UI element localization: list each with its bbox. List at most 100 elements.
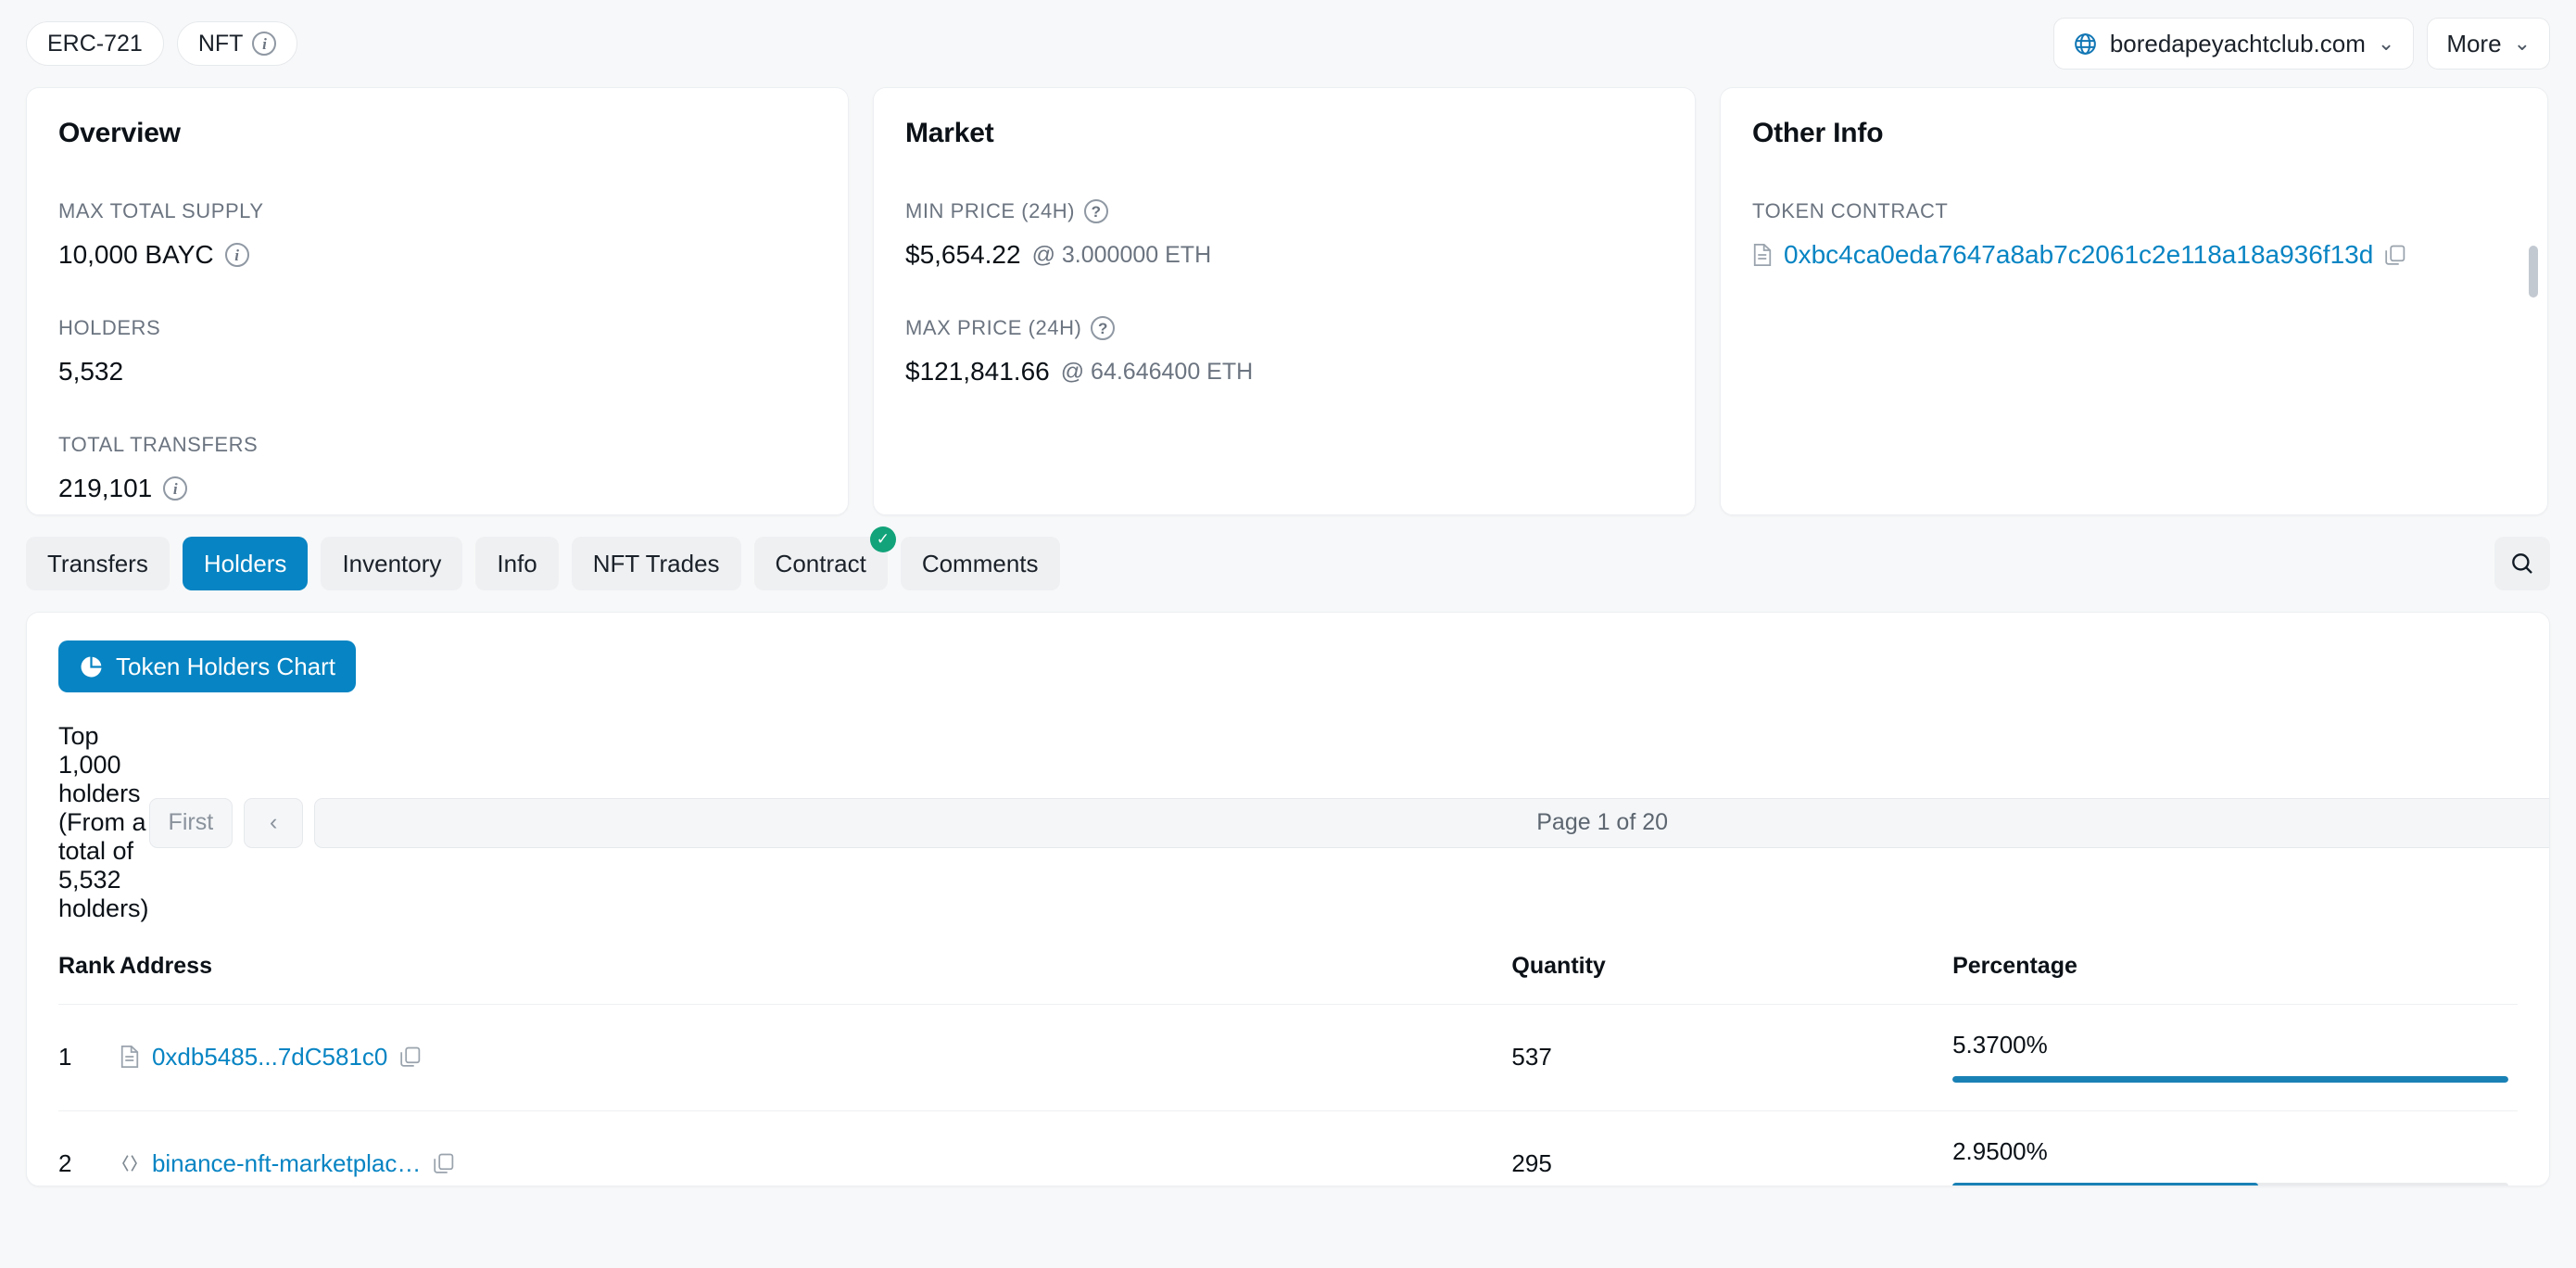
overview-title: Overview (58, 118, 181, 148)
max-total-supply-label: MAX TOTAL SUPPLY (58, 199, 264, 222)
holders-subhead: Top 1,000 holders (From a total of 5,532… (58, 722, 149, 922)
website-dropdown-label: boredapeyachtclub.com (2109, 29, 2366, 57)
tab-inventory[interactable]: Inventory (321, 537, 463, 590)
tab-comments-label: Comments (921, 549, 1039, 577)
pagination-first[interactable]: First (148, 797, 234, 848)
address-cell: 0xdb5485...7dC581c0 (120, 1043, 1511, 1071)
token-holders-chart-label: Token Holders Chart (116, 652, 335, 680)
total-transfers-value-row: 219,101 i (58, 474, 816, 503)
tab-info[interactable]: Info (475, 537, 559, 590)
holders-subhead-row: Top 1,000 holders (From a total of 5,532… (58, 722, 2549, 923)
address-link[interactable]: 0xdb5485...7dC581c0 (152, 1043, 387, 1071)
check-icon: ✓ (869, 526, 896, 552)
max-price-value: $121,841.66 (905, 357, 1050, 386)
search-button[interactable] (2494, 537, 2550, 590)
help-icon[interactable]: ? (1091, 316, 1116, 340)
more-dropdown-label: More (2446, 29, 2502, 57)
badge-nft-label: NFT (197, 30, 244, 57)
market-title: Market (905, 118, 994, 148)
holders-table-head: Rank Address Quantity Percentage (58, 953, 2518, 1005)
copy-icon[interactable] (433, 1152, 455, 1175)
total-transfers-value: 219,101 (58, 474, 153, 502)
holders-table: Rank Address Quantity Percentage 1 0xdb5… (58, 953, 2518, 1186)
min-price-label: MIN PRICE (24H) (905, 199, 1076, 222)
holders-panel-inner: Token Holders Chart Top 1,000 holders (F… (27, 613, 2549, 1186)
percentage-bar-track (1952, 1076, 2509, 1083)
cell-quantity: 295 (1511, 1110, 1953, 1186)
info-icon[interactable]: i (224, 243, 249, 267)
cell-address: 0xdb5485...7dC581c0 (119, 1004, 1512, 1111)
badge-erc721-label: ERC-721 (47, 30, 143, 57)
more-dropdown[interactable]: More ⌄ (2427, 18, 2550, 70)
token-contract-link[interactable]: 0xbc4ca0eda7647a8ab7c2061c2e118a18a936f1… (1784, 240, 2373, 270)
col-rank: Rank (58, 953, 116, 979)
tab-holders-label: Holders (203, 549, 287, 577)
top-bar: ERC-721 NFT i boredapeyachtclub.com ⌄ Mo… (0, 0, 2576, 87)
code-icon (120, 1152, 140, 1174)
copy-icon[interactable] (399, 1046, 422, 1069)
table-row: 1 0xdb5485...7dC581c0 537 5.3700% (58, 1004, 2518, 1111)
col-quantity: Quantity (1511, 953, 1606, 979)
other-info-title: Other Info (1752, 118, 1884, 148)
min-price-label-row: MIN PRICE (24H) ? (905, 199, 1663, 223)
percentage-value: 5.3700% (1952, 1031, 2048, 1059)
tab-bar: Transfers Holders Inventory Info NFT Tra… (0, 515, 2576, 612)
copy-icon[interactable] (2384, 244, 2406, 267)
cell-percentage: 2.9500% (1952, 1110, 2518, 1186)
percentage-value: 2.9500% (1952, 1137, 2048, 1165)
website-dropdown[interactable]: boredapeyachtclub.com ⌄ (2052, 18, 2415, 70)
token-page: ERC-721 NFT i boredapeyachtclub.com ⌄ Mo… (0, 0, 2576, 1268)
tab-comments[interactable]: Comments (900, 537, 1060, 590)
card-scrollbar[interactable] (2529, 177, 2538, 375)
tab-transfers-label: Transfers (47, 549, 148, 577)
chevron-down-icon: ⌄ (2377, 32, 2395, 55)
holders-label: HOLDERS (58, 316, 161, 339)
min-price-eth: @ 3.000000 ETH (1031, 241, 1212, 268)
info-icon[interactable]: i (163, 476, 188, 501)
pagination: First ‹ Page 1 of 20 › Last (148, 797, 2549, 848)
other-info-card: Other Info TOKEN CONTRACT 0xbc4ca0eda764… (1720, 87, 2548, 515)
col-address: Address (119, 953, 212, 979)
tab-contract[interactable]: Contract ✓ (753, 526, 896, 590)
percentage-bar-track (1952, 1183, 2509, 1186)
min-price-value: $5,654.22 (905, 240, 1021, 269)
address-cell: binance-nft-marketplac… (120, 1149, 1511, 1178)
tab-nft-trades-label: NFT Trades (592, 549, 720, 577)
cell-rank: 1 (58, 1004, 120, 1111)
percentage-bar-fill (1952, 1076, 2509, 1083)
document-icon (1752, 243, 1773, 267)
tab-info-label: Info (497, 549, 537, 577)
market-card: Market MIN PRICE (24H) ? $5,654.22 @ 3.0… (873, 87, 1696, 515)
tab-holders[interactable]: Holders (182, 537, 309, 590)
min-price-value-row: $5,654.22 @ 3.000000 ETH (905, 240, 1663, 270)
cell-rank: 2 (58, 1110, 120, 1186)
badge-erc721[interactable]: ERC-721 (26, 21, 164, 66)
chevron-down-icon: ⌄ (2513, 32, 2531, 55)
table-row: 2 binance-nft-marketplac… 295 2.9500% (58, 1110, 2518, 1186)
card-scrollbar-thumb[interactable] (2529, 246, 2538, 298)
token-holders-chart-button[interactable]: Token Holders Chart (58, 640, 356, 692)
token-contract-row: 0xbc4ca0eda7647a8ab7c2061c2e118a18a936f1… (1752, 240, 2516, 270)
overview-card: Overview MAX TOTAL SUPPLY 10,000 BAYC i … (26, 87, 849, 515)
max-total-supply-value: 10,000 BAYC (58, 240, 214, 269)
pagination-prev[interactable]: ‹ (244, 797, 304, 848)
badge-nft[interactable]: NFT i (176, 21, 298, 66)
holders-value: 5,532 (58, 357, 124, 386)
max-total-supply-value-row: 10,000 BAYC i (58, 240, 816, 270)
address-link[interactable]: binance-nft-marketplac… (152, 1149, 421, 1178)
document-icon (120, 1045, 140, 1069)
tab-contract-label: Contract (775, 549, 866, 577)
help-icon[interactable]: ? (1084, 199, 1109, 223)
cell-percentage: 5.3700% (1952, 1004, 2518, 1111)
max-price-value-row: $121,841.66 @ 64.646400 ETH (905, 357, 1663, 387)
tab-nft-trades[interactable]: NFT Trades (571, 537, 741, 590)
globe-icon (2073, 32, 2098, 57)
percentage-bar-fill (1952, 1183, 2259, 1186)
max-price-label-row: MAX PRICE (24H) ? (905, 316, 1663, 340)
tab-transfers[interactable]: Transfers (26, 537, 170, 590)
info-icon[interactable]: i (252, 32, 277, 56)
max-price-label: MAX PRICE (24H) (905, 316, 1082, 339)
pie-chart-icon (79, 654, 104, 679)
pagination-page-indicator[interactable]: Page 1 of 20 (314, 797, 2549, 848)
token-contract-label: TOKEN CONTRACT (1752, 199, 1949, 222)
